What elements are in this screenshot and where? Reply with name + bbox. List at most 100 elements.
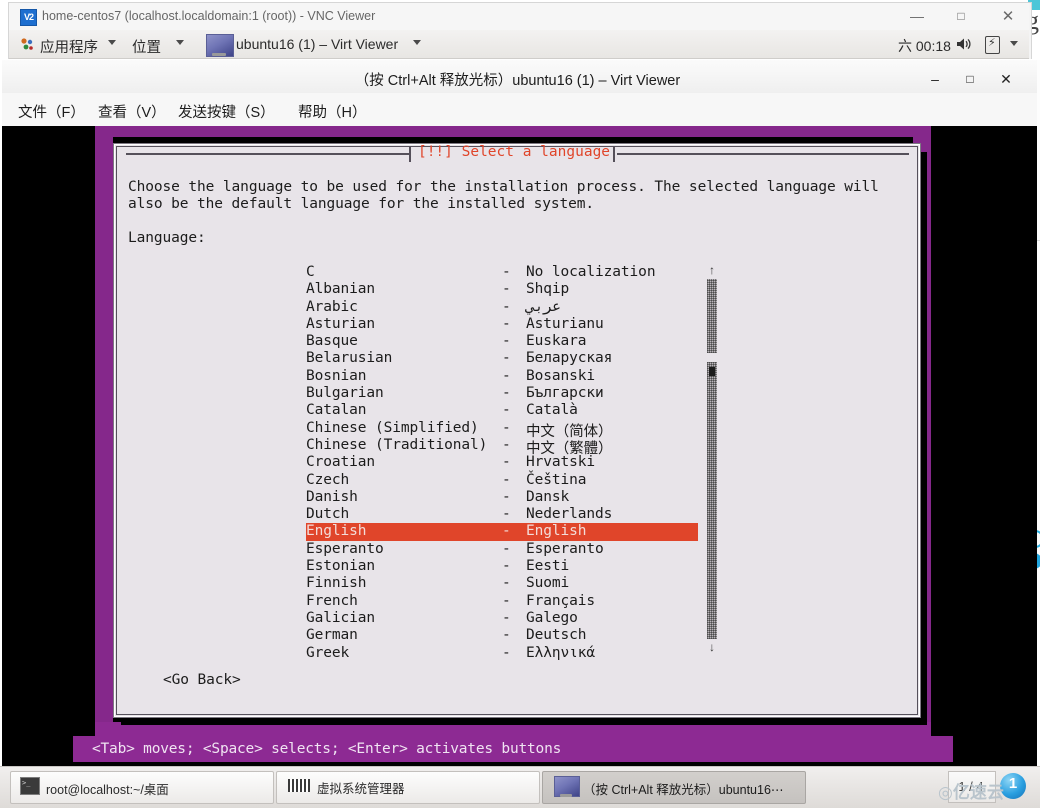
language-separator: - xyxy=(502,540,511,557)
language-row[interactable]: Croatian - Hrvatski xyxy=(306,454,698,471)
language-native-name: Deutsch xyxy=(526,627,587,644)
language-native-name: Euskara xyxy=(526,333,587,350)
language-row[interactable]: Esperanto - Esperanto xyxy=(306,541,698,558)
language-separator: - xyxy=(502,350,511,367)
language-row[interactable]: Galician - Galego xyxy=(306,610,698,627)
vnc-close-button[interactable]: ✕ xyxy=(995,9,1021,25)
language-row[interactable]: Czech - Čeština xyxy=(306,472,698,489)
language-native-name: Nederlands xyxy=(526,506,613,523)
language-native-name: Hrvatski xyxy=(526,454,596,471)
language-row[interactable]: Estonian - Eesti xyxy=(306,558,698,575)
go-back-button[interactable]: <Go Back> xyxy=(163,672,241,688)
language-list[interactable]: C - No localization Albanian - Shqip Arabic - عر… xyxy=(306,264,698,661)
vnc-maximize-button[interactable]: □ xyxy=(948,9,974,25)
language-separator: - xyxy=(502,454,511,471)
language-name: Danish xyxy=(306,488,358,505)
language-row[interactable]: C - No localization xyxy=(306,264,698,281)
applications-menu-icon xyxy=(20,37,34,51)
installer-background-top xyxy=(95,126,931,137)
language-separator: - xyxy=(502,523,511,540)
language-name: Czech xyxy=(306,471,350,488)
taskbar-item-virt-manager[interactable] xyxy=(276,771,540,804)
language-name: Chinese (Simplified) xyxy=(306,419,479,436)
language-name: German xyxy=(306,627,358,644)
language-name: English xyxy=(306,523,367,540)
panel-window-label[interactable]: ubuntu16 (1) – Virt Viewer xyxy=(236,36,398,52)
language-name: Arabic xyxy=(306,298,358,315)
places-chevron-down-icon[interactable] xyxy=(176,40,184,45)
language-row[interactable]: French - Français xyxy=(306,593,698,610)
panel-clock[interactable]: 六 00:18 xyxy=(898,36,951,56)
vnc-minimize-button[interactable]: — xyxy=(904,9,930,25)
language-row[interactable]: Dutch - Nederlands xyxy=(306,506,698,523)
scrollbar-down-arrow-icon[interactable]: ↓ xyxy=(706,641,718,655)
language-native-name: Беларуская xyxy=(526,350,613,367)
language-row[interactable]: Basque - Euskara xyxy=(306,333,698,350)
language-row[interactable]: Bosnian - Bosanski xyxy=(306,368,698,385)
language-row[interactable]: German - Deutsch xyxy=(306,627,698,644)
terminal-icon-prompt: >_ xyxy=(22,779,31,787)
installer-background-left xyxy=(95,126,113,739)
menu-item-view[interactable]: 查看（V） xyxy=(98,101,166,122)
virt-viewer-close-button[interactable]: ✕ xyxy=(996,70,1016,88)
language-separator: - xyxy=(502,333,511,350)
language-native-name: Eesti xyxy=(526,558,570,575)
taskbar-item-virt-manager-label[interactable]: 虚拟系统管理器 xyxy=(317,778,405,797)
applications-chevron-down-icon[interactable] xyxy=(108,40,116,45)
language-row[interactable]: Greek - Ελληνικά xyxy=(306,645,698,662)
virt-viewer-minimize-button[interactable]: – xyxy=(925,70,945,88)
language-name: Bosnian xyxy=(306,367,367,384)
taskbar-item-virt-viewer-label[interactable]: （按 Ctrl+Alt 释放光标）ubuntu16⋯ xyxy=(583,779,793,798)
language-native-name: English xyxy=(526,523,587,540)
language-row[interactable]: Asturian - Asturianu xyxy=(306,316,698,333)
language-separator: - xyxy=(502,315,511,332)
language-row[interactable]: Finnish - Suomi xyxy=(306,575,698,592)
language-name: C xyxy=(306,264,315,280)
dialog-title: [!!] Select a language xyxy=(417,144,611,160)
language-row[interactable]: Chinese (Simplified) - 中文（简体） xyxy=(306,419,698,440)
language-row[interactable]: Catalan - Català xyxy=(306,402,698,419)
places-menu-label[interactable]: 位置 xyxy=(132,36,161,57)
language-row[interactable]: Chinese (Traditional) - 中文（繁體） xyxy=(306,436,698,457)
language-name: Finnish xyxy=(306,575,367,592)
language-row[interactable]: Danish - Dansk xyxy=(306,489,698,506)
panel-window-chevron-down-icon[interactable] xyxy=(413,40,421,45)
language-row[interactable]: Albanian - Shqip xyxy=(306,281,698,298)
language-list-label: Language: xyxy=(128,230,206,246)
language-name: Catalan xyxy=(306,402,367,419)
language-native-name: Asturianu xyxy=(526,315,604,332)
language-separator: - xyxy=(502,419,511,436)
virt-viewer-maximize-button[interactable]: □ xyxy=(960,70,980,88)
scrollbar-track[interactable] xyxy=(707,279,717,639)
language-row[interactable]: Belarusian - Беларуская xyxy=(306,350,698,367)
language-separator: - xyxy=(502,402,511,419)
language-separator: - xyxy=(502,488,511,505)
system-menu-chevron-down-icon[interactable] xyxy=(1010,41,1018,46)
language-separator: - xyxy=(502,558,511,575)
language-separator: - xyxy=(502,506,511,523)
dialog-description-line-1: Choose the language to be used for the i… xyxy=(128,179,879,195)
language-row[interactable]: Bulgarian - Български xyxy=(306,385,698,402)
language-separator: - xyxy=(502,609,511,626)
vnc-window-title: home-centos7 (localhost.localdomain:1 (r… xyxy=(42,9,376,23)
language-native-name: Čeština xyxy=(526,471,587,488)
scrollbar-thumb[interactable] xyxy=(709,367,715,376)
language-row[interactable]: Arabic - عربي xyxy=(306,299,698,316)
menu-item-send-key[interactable]: 发送按键（S） xyxy=(178,101,275,122)
language-name: French xyxy=(306,592,358,609)
language-name: Chinese (Traditional) xyxy=(306,436,488,453)
applications-menu-label[interactable]: 应用程序 xyxy=(40,36,98,57)
language-native-name: Galego xyxy=(526,609,578,626)
language-row[interactable]: English - English xyxy=(306,523,698,541)
language-native-name: Dansk xyxy=(526,488,570,505)
language-separator: - xyxy=(502,281,511,298)
scrollbar-up-arrow-icon[interactable]: ↑ xyxy=(706,264,718,278)
language-name: Esperanto xyxy=(306,540,384,557)
language-native-name: Esperanto xyxy=(526,540,604,557)
language-separator: - xyxy=(502,575,511,592)
volume-icon[interactable] xyxy=(955,37,972,51)
taskbar-item-terminal-label[interactable]: root@localhost:~/桌面 xyxy=(46,779,169,798)
menu-item-help[interactable]: 帮助（H） xyxy=(298,101,366,122)
language-name: Greek xyxy=(306,644,350,661)
menu-item-file[interactable]: 文件（F） xyxy=(18,101,85,122)
